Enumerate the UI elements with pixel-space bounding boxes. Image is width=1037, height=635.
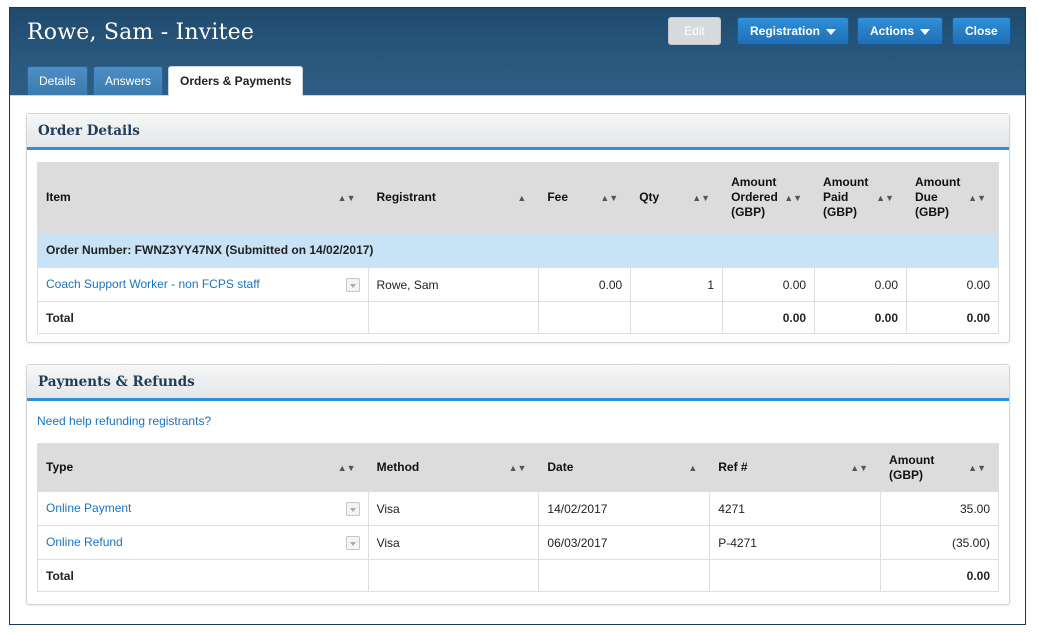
edit-button[interactable]: Edit: [668, 17, 721, 45]
sort-icon: ▲▼: [850, 462, 869, 473]
column-header-amount-due[interactable]: Amount Due (GBP) ▲▼: [906, 162, 999, 233]
tab-answers[interactable]: Answers: [93, 66, 164, 95]
table-header-row: Item ▲▼ Registrant ▲ Fee ▲▼ Qty ▲▼ Amount Or…: [37, 162, 999, 233]
type-cell: Online Refund: [37, 525, 369, 560]
sort-icon: ▲▼: [876, 192, 894, 203]
column-header-amount[interactable]: Amount (GBP) ▲▼: [880, 443, 999, 492]
registration-dropdown-button[interactable]: Registration: [737, 17, 850, 45]
total-due: 0.00: [906, 301, 999, 334]
column-header-item[interactable]: Item ▲▼: [37, 162, 369, 233]
order-details-heading: Order Details: [27, 114, 1009, 150]
date-cell: 14/02/2017: [538, 491, 711, 526]
total-label: Total: [37, 559, 369, 592]
total-amount: 0.00: [880, 559, 999, 592]
chevron-down-icon: [920, 28, 931, 35]
ref-cell: P-4271: [709, 525, 882, 560]
sort-icon: ▲▼: [337, 192, 356, 203]
sort-ascending-icon: ▲: [688, 462, 698, 473]
column-header-amount-paid[interactable]: Amount Paid (GBP) ▲▼: [814, 162, 907, 233]
qty-cell: 1: [630, 267, 724, 302]
column-header-method[interactable]: Method ▲▼: [367, 443, 540, 492]
payment-type-link[interactable]: Online Payment: [46, 501, 131, 515]
total-label: Total: [37, 301, 369, 334]
amount-cell: 35.00: [880, 491, 999, 526]
row-menu-dropdown-icon[interactable]: [345, 502, 360, 516]
table-header-row: Type ▲▼ Method ▲▼ Date ▲ Ref # ▲▼ Amount (GB…: [37, 443, 999, 492]
ref-cell: 4271: [709, 491, 882, 526]
amount-cell: (35.00): [880, 525, 999, 560]
sort-icon: ▲▼: [784, 192, 803, 203]
column-header-ref[interactable]: Ref # ▲▼: [709, 443, 882, 492]
registrant-cell: Rowe, Sam: [367, 267, 540, 302]
item-link[interactable]: Coach Support Worker - non FCPS staff: [46, 277, 260, 291]
fee-cell: 0.00: [538, 267, 632, 302]
order-details-table: Item ▲▼ Registrant ▲ Fee ▲▼ Qty ▲▼ Amount Or…: [37, 162, 999, 334]
payments-panel: Payments & Refunds Need help refunding r…: [26, 364, 1010, 605]
method-cell: Visa: [367, 491, 540, 526]
close-button[interactable]: Close: [952, 17, 1011, 45]
payments-heading: Payments & Refunds: [27, 365, 1009, 401]
actions-label: Actions: [870, 24, 915, 38]
sort-icon: ▲▼: [508, 462, 527, 473]
refund-help-link[interactable]: Need help refunding registrants?: [37, 414, 211, 428]
modal-body: Order Details Item ▲▼ Registrant ▲ Fee ▲▼ Q…: [10, 95, 1025, 624]
column-header-registrant[interactable]: Registrant ▲: [367, 162, 540, 233]
order-number: Order Number: FWNZ3YY47NX (Submitted on …: [37, 232, 999, 268]
paid-cell: 0.00: [814, 267, 907, 302]
column-header-qty[interactable]: Qty ▲▼: [630, 162, 724, 233]
order-number-row: Order Number: FWNZ3YY47NX (Submitted on …: [37, 232, 999, 268]
total-ordered: 0.00: [722, 301, 816, 334]
due-cell: 0.00: [906, 267, 999, 302]
total-paid: 0.00: [814, 301, 907, 334]
order-details-panel: Order Details Item ▲▼ Registrant ▲ Fee ▲▼ Q…: [26, 113, 1010, 343]
column-header-date[interactable]: Date ▲: [538, 443, 711, 492]
sort-icon: ▲▼: [337, 462, 356, 473]
row-menu-dropdown-icon[interactable]: [345, 536, 360, 550]
type-cell: Online Payment: [37, 491, 369, 526]
refund-type-link[interactable]: Online Refund: [46, 535, 123, 549]
ordered-cell: 0.00: [722, 267, 816, 302]
item-cell: Coach Support Worker - non FCPS staff: [37, 267, 369, 302]
sort-icon: ▲▼: [692, 192, 711, 203]
date-cell: 06/03/2017: [538, 525, 711, 560]
table-row: Coach Support Worker - non FCPS staff Ro…: [37, 267, 999, 302]
sort-ascending-icon: ▲: [517, 192, 527, 203]
sort-icon: ▲▼: [600, 192, 619, 203]
tab-details[interactable]: Details: [27, 66, 88, 95]
total-row: Total 0.00: [37, 559, 999, 592]
column-header-type[interactable]: Type ▲▼: [37, 443, 369, 492]
registration-label: Registration: [750, 24, 821, 38]
chevron-down-icon: [826, 28, 837, 35]
total-row: Total 0.00 0.00 0.00: [37, 301, 999, 334]
method-cell: Visa: [367, 525, 540, 560]
page-title: Rowe, Sam - Invitee: [27, 20, 255, 45]
table-row: Online Refund Visa 06/03/2017 P-4271 (35…: [37, 525, 999, 560]
invitee-modal: Rowe, Sam - Invitee Edit Registration Ac…: [9, 7, 1026, 625]
table-row: Online Payment Visa 14/02/2017 4271 35.0…: [37, 491, 999, 526]
sort-icon: ▲▼: [968, 192, 986, 203]
tab-orders-payments[interactable]: Orders & Payments: [168, 66, 304, 96]
row-menu-dropdown-icon[interactable]: [345, 278, 360, 292]
payments-table: Type ▲▼ Method ▲▼ Date ▲ Ref # ▲▼ Amount (GB…: [37, 443, 999, 592]
sort-icon: ▲▼: [968, 462, 986, 473]
column-header-amount-ordered[interactable]: Amount Ordered (GBP) ▲▼: [722, 162, 816, 233]
actions-dropdown-button[interactable]: Actions: [857, 17, 944, 45]
column-header-fee[interactable]: Fee ▲▼: [538, 162, 632, 233]
